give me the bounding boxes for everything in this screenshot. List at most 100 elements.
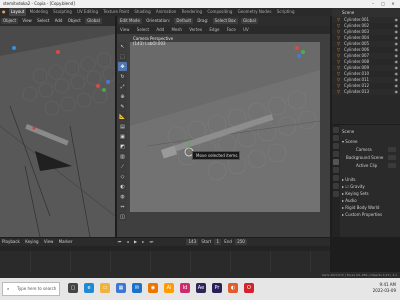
mail-icon[interactable]: ✉ [132,283,142,293]
maximize-icon[interactable]: □ [378,0,388,8]
left-menu-select[interactable]: Select [35,16,51,26]
material-properties-icon[interactable] [333,191,339,197]
keying-menu[interactable]: Keying [23,238,40,246]
left-menu-object[interactable]: Object [66,16,83,26]
output-properties-icon[interactable] [333,143,339,149]
eye-icon[interactable]: ◉ [395,89,399,95]
start-frame-field[interactable]: 1 [214,239,222,245]
scale-tool-icon[interactable]: ⤢ [118,82,127,91]
menu-edge[interactable]: Edge [206,26,222,34]
taskbar-search[interactable]: ⌕ Type here to search [2,282,60,296]
units-section[interactable]: ▸ Units [342,177,356,182]
tab-shading[interactable]: Shading [132,8,152,16]
tab-uv-editing[interactable]: UV Editing [75,8,100,16]
timeline-track[interactable] [0,246,330,272]
smooth-tool-icon[interactable]: ◍ [118,192,127,201]
taskbar-clock[interactable]: 9:41 AM 2022-03-09 [373,282,396,294]
extrude-tool-icon[interactable]: ▤ [118,122,127,131]
measure-tool-icon[interactable]: 📐 [118,112,127,121]
background-scene-field[interactable] [388,155,396,160]
left-menu-add[interactable]: Add [53,16,65,26]
timeline-editor[interactable]: Playback Keying View Marker ⏮ ◂ ▶ ▸ ⏭ 14… [0,238,330,272]
left-transform-dropdown[interactable]: Global [85,18,102,24]
rigid-body-section[interactable]: ▸ Rigid Body World [342,205,379,210]
tool-properties-icon[interactable] [333,127,339,133]
scene-properties-icon[interactable] [333,159,339,165]
close-icon[interactable]: ✕ [388,0,398,8]
tab-rendering[interactable]: Rendering [180,8,204,16]
keying-sets-section[interactable]: ▸ Keying Sets [342,191,369,196]
inset-tool-icon[interactable]: ▣ [118,132,127,141]
checkbox-icon[interactable]: ☑ [345,184,349,189]
play-icon[interactable]: ▶ [132,238,139,246]
tab-animation[interactable]: Animation [154,8,178,16]
jump-end-icon[interactable]: ⏭ [148,238,156,246]
object-properties-icon[interactable] [333,175,339,181]
edge-slide-tool-icon[interactable]: ⇔ [118,202,127,211]
poly-build-tool-icon[interactable]: ◇ [118,172,127,181]
left-menu-view[interactable]: View [20,16,34,26]
illustrator-icon[interactable]: Ai [164,283,174,293]
render-properties-icon[interactable] [333,135,339,141]
jump-start-icon[interactable]: ⏮ [116,238,124,246]
menu-mesh[interactable]: Mesh [168,26,185,34]
outliner-item[interactable]: ▽ Cylinder.013 ◉ [332,89,400,95]
camera-field[interactable] [388,147,396,152]
left-3d-viewport[interactable]: Object View Select Add Object Global [0,16,115,237]
premiere-icon[interactable]: Pr [212,283,222,293]
end-frame-field[interactable]: 250 [235,239,247,245]
tab-scripting[interactable]: Scripting [275,8,297,16]
rotate-tool-icon[interactable]: ↻ [118,72,127,81]
firefox-icon[interactable]: ◐ [228,283,238,293]
custom-properties-section[interactable]: ▸ Custom Properties [342,212,382,217]
right-3d-viewport[interactable]: Edit Mode Orientation: Default Drag: Sel… [117,16,330,237]
transform-tool-icon[interactable]: ⊕ [118,92,127,101]
after-effects-icon[interactable]: Ae [196,283,206,293]
select-box-tool-icon[interactable]: ⬚ [118,52,127,61]
spin-tool-icon[interactable]: ◐ [118,182,127,191]
prev-key-icon[interactable]: ◂ [125,238,131,246]
orientation-dropdown[interactable]: Default [174,18,194,24]
blender-logo-icon[interactable]: ● [0,8,8,16]
tab-layout[interactable]: Layout [8,8,27,16]
edit-mode-dropdown[interactable]: Edit Mode [118,18,142,24]
next-key-icon[interactable]: ▸ [140,238,146,246]
tab-texture-paint[interactable]: Texture Paint [101,8,131,16]
active-clip-field[interactable] [388,163,396,168]
indesign-icon[interactable]: Id [180,283,190,293]
current-frame-field[interactable]: 143 [186,239,199,245]
file-explorer-icon[interactable]: ▭ [100,283,110,293]
bevel-tool-icon[interactable]: ◩ [118,142,127,151]
tab-geometry-nodes[interactable]: Geometry Nodes [236,8,274,16]
cursor-tool-icon[interactable]: ↖ [118,42,127,51]
menu-view[interactable]: View [117,26,133,34]
modifier-properties-icon[interactable] [333,183,339,189]
marker-menu[interactable]: Marker [57,238,75,246]
knife-tool-icon[interactable]: ⟋ [118,162,127,171]
audio-section[interactable]: ▸ Audio [342,198,357,203]
gravity-section[interactable]: ▸ ☑ Gravity [342,184,365,189]
move-tool-icon[interactable]: ✥ [118,62,127,71]
left-mode-dropdown[interactable]: Object [1,18,19,24]
blender-icon[interactable]: ◉ [148,283,158,293]
minimize-icon[interactable]: – [368,0,378,8]
menu-face[interactable]: Face [224,26,239,34]
task-view-icon[interactable]: ▢ [68,283,78,293]
menu-uv[interactable]: UV [240,26,252,34]
edge-icon[interactable]: e [84,283,94,293]
menu-select[interactable]: Select [134,26,152,34]
menu-add[interactable]: Add [153,26,167,34]
tab-sculpting[interactable]: Sculpting [51,8,74,16]
world-properties-icon[interactable] [333,167,339,173]
right-transform-dropdown[interactable]: Global [241,18,258,24]
tab-modeling[interactable]: Modeling [28,8,50,16]
view-layer-icon[interactable] [333,151,339,157]
annotate-tool-icon[interactable]: ✎ [118,102,127,111]
store-icon[interactable]: ▦ [116,283,126,293]
menu-vertex[interactable]: Vertex [186,26,205,34]
tab-compositing[interactable]: Compositing [205,8,234,16]
drag-dropdown[interactable]: Select Box [212,18,238,24]
view-menu[interactable]: View [42,238,56,246]
loop-cut-tool-icon[interactable]: ▥ [118,152,127,161]
playback-menu[interactable]: Playback [0,238,22,246]
